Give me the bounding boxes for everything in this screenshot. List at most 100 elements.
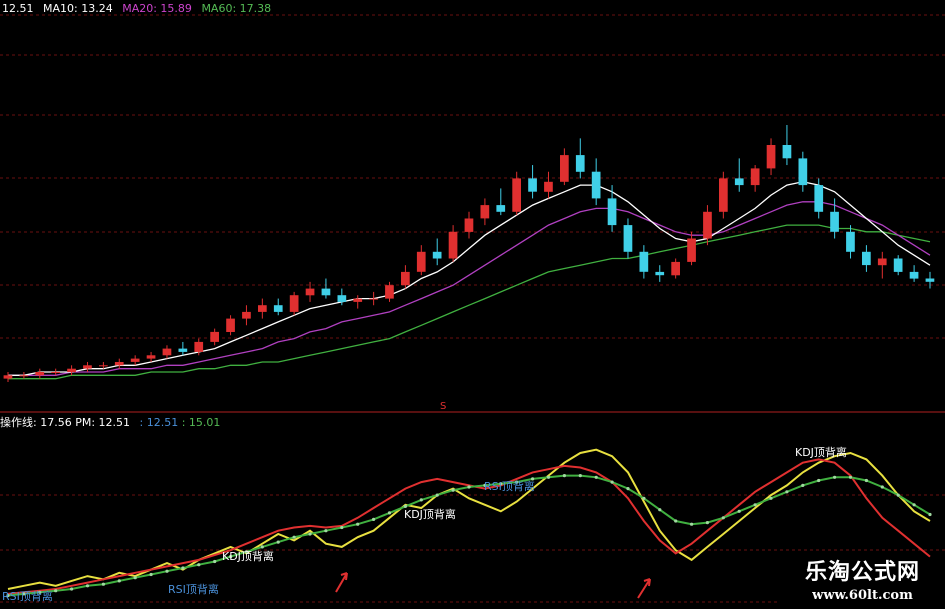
- candle: [321, 278, 331, 299]
- candle-body: [766, 145, 776, 169]
- candle-body: [575, 155, 585, 172]
- candle-body: [19, 375, 29, 377]
- candle-body: [51, 372, 60, 373]
- candle-body: [401, 271, 410, 286]
- candle-body: [385, 285, 394, 299]
- osc-point: [610, 480, 614, 484]
- candle: [687, 231, 696, 266]
- candle-body: [607, 198, 617, 226]
- arrow-icon: [335, 572, 348, 593]
- osc-point: [451, 488, 455, 492]
- candle-body: [560, 155, 569, 182]
- candle: [416, 245, 426, 276]
- divergence-label: RSI顶背离: [2, 589, 53, 603]
- osc-point: [896, 493, 900, 497]
- candle: [607, 185, 617, 232]
- osc-point: [769, 496, 773, 500]
- candle: [575, 138, 585, 179]
- candle-body: [623, 225, 633, 252]
- candle: [464, 211, 474, 239]
- indicator-value-2: : 15.01: [181, 416, 221, 429]
- osc-point: [213, 559, 217, 564]
- osc-point: [785, 490, 789, 494]
- candle: [210, 328, 219, 346]
- candle: [242, 305, 251, 326]
- candle: [623, 218, 633, 259]
- candle-body: [893, 258, 903, 272]
- osc-point: [594, 475, 598, 479]
- osc-point: [928, 512, 932, 517]
- candle-body: [258, 305, 267, 312]
- candle-body: [146, 355, 156, 359]
- candle-body: [719, 178, 728, 212]
- candle: [226, 315, 235, 336]
- ma10-value: MA10: 13.24: [43, 2, 113, 15]
- candle-body: [703, 211, 712, 239]
- ma10-line: [8, 181, 931, 376]
- candle-body: [750, 168, 760, 186]
- candle: [798, 151, 808, 192]
- candle-body: [3, 375, 13, 379]
- osc-point: [626, 487, 630, 491]
- osc-point: [276, 540, 280, 544]
- candle: [114, 358, 124, 369]
- indicator-value-1: : 12.51: [139, 416, 179, 429]
- osc-point: [705, 521, 710, 525]
- candle: [289, 291, 299, 316]
- candle: [893, 255, 903, 276]
- candle-body: [226, 318, 235, 332]
- osc-point: [690, 522, 694, 526]
- watermark-url: www.60lt.com: [812, 588, 913, 603]
- candle: [19, 371, 29, 379]
- candle-body: [925, 278, 935, 282]
- candle-body: [862, 251, 871, 266]
- osc-point: [117, 579, 121, 583]
- candle-body: [130, 358, 140, 362]
- candle-body: [67, 368, 76, 372]
- osc-point: [817, 478, 821, 483]
- divergence-label: RSI顶背离: [484, 479, 535, 493]
- candle: [846, 225, 855, 259]
- osc-point: [801, 483, 805, 487]
- osc-point: [372, 517, 376, 522]
- candle-body: [178, 348, 188, 352]
- osc-point: [133, 576, 137, 580]
- candle-body: [114, 362, 124, 366]
- candle-body: [353, 298, 363, 302]
- candle: [782, 125, 792, 166]
- osc-point: [833, 475, 837, 479]
- candle-body: [671, 261, 680, 276]
- candle-body: [909, 271, 919, 279]
- divergence-label: KDJ顶背离: [222, 549, 274, 563]
- candle-body: [210, 331, 219, 342]
- osc-point: [54, 589, 58, 593]
- candle: [432, 238, 442, 266]
- osc-point: [292, 535, 296, 539]
- candle: [130, 355, 140, 366]
- osc-point: [721, 516, 725, 520]
- candle-body: [162, 348, 172, 356]
- osc-point: [467, 485, 471, 489]
- osc-point: [864, 478, 869, 483]
- candle-body: [655, 271, 665, 276]
- osc-point: [181, 566, 185, 570]
- osc-point: [578, 474, 582, 478]
- candle: [35, 368, 45, 379]
- candle: [178, 341, 188, 356]
- candle-body: [639, 251, 649, 272]
- candle-body: [830, 211, 839, 232]
- candlesticks: [3, 125, 935, 382]
- candle-body: [464, 218, 474, 232]
- candle: [734, 158, 744, 192]
- candle-body: [846, 231, 855, 252]
- candle-body: [416, 251, 426, 272]
- candle: [146, 351, 156, 362]
- ma20-value: MA20: 15.89: [122, 2, 192, 15]
- candle-body: [321, 288, 331, 296]
- candle: [528, 165, 537, 199]
- candle-body: [273, 305, 283, 312]
- candle-body: [734, 178, 744, 186]
- osc-point: [340, 525, 344, 530]
- candle-body: [305, 288, 315, 296]
- candle-body: [814, 185, 824, 212]
